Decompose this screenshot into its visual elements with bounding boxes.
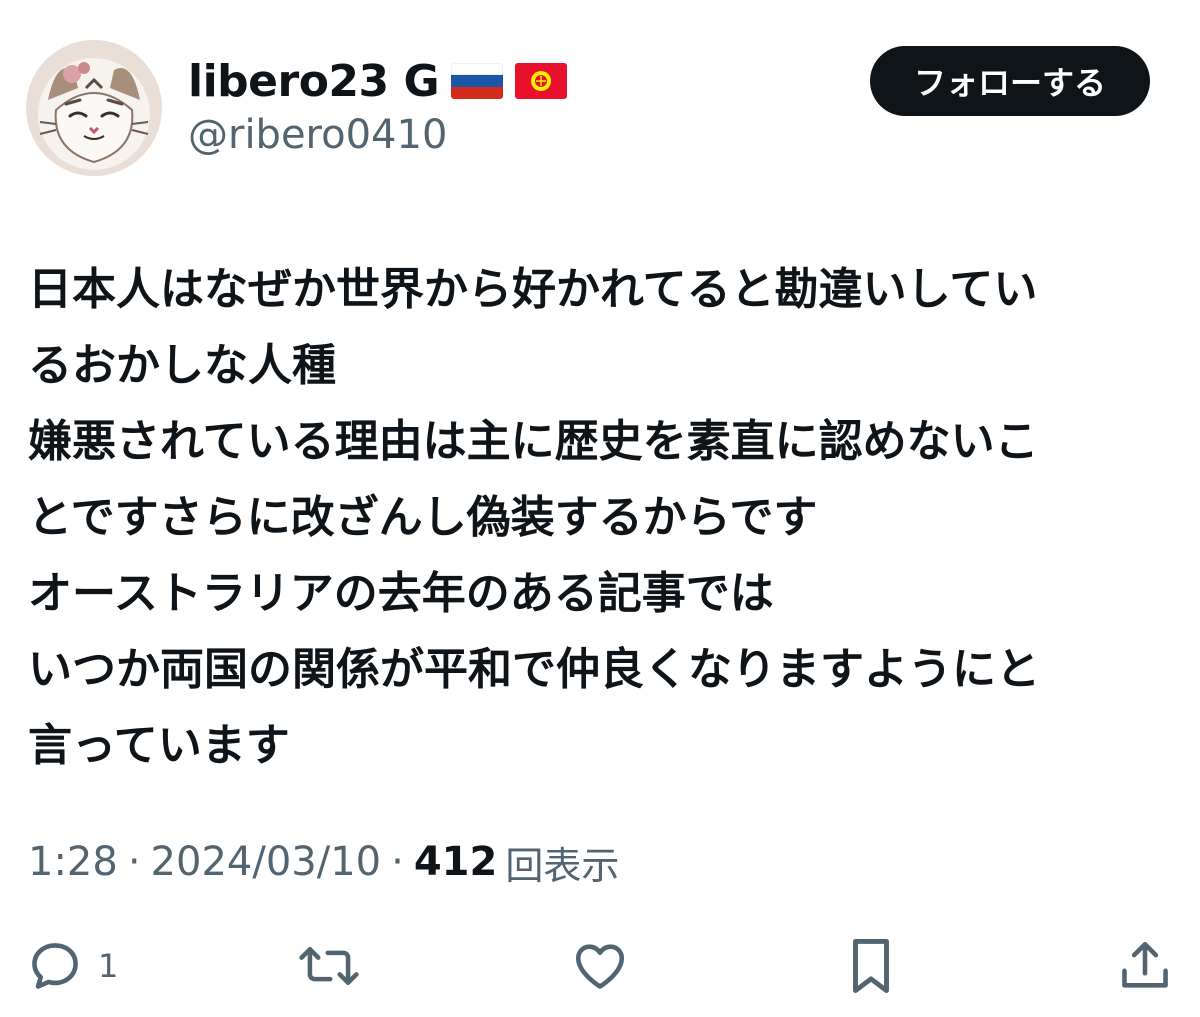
action-bar: 1 — [0, 930, 1200, 1002]
cat-avatar-icon — [26, 40, 162, 176]
retweet-icon — [299, 947, 359, 985]
user-name-row: libero23 G — [188, 52, 568, 110]
meta-separator: · — [127, 839, 141, 885]
like-icon — [575, 944, 625, 989]
tweet-date[interactable]: 2024/03/10 — [151, 839, 382, 885]
tweet-text-line: 日本人はなぜか世界から好かれてると勘違いしてい — [28, 264, 1038, 315]
russia-flag-icon — [451, 63, 504, 99]
tweet-time[interactable]: 1:28 — [28, 839, 118, 885]
tweet-meta: 1:28 · 2024/03/10 · 412 回表示 — [28, 834, 619, 890]
tweet-text-line: るおかしな人種 — [28, 340, 336, 391]
bookmark-button[interactable] — [844, 930, 898, 1002]
reply-icon — [32, 943, 78, 989]
tweet-text-line: いつか両国の関係が平和で仲良くなりますようにと — [28, 644, 1040, 695]
tweet-text-line: とですさらに改ざんし偽装するからです — [28, 492, 818, 543]
tweet-text-line: オーストラリアの去年のある記事では — [28, 568, 774, 619]
tweet-text: 日本人はなぜか世界から好かれてると勘違いしてい るおかしな人種 嫌悪されている理… — [28, 252, 1178, 784]
retweet-button[interactable] — [298, 930, 360, 1002]
share-icon — [1122, 941, 1168, 988]
follow-button[interactable]: フォローする — [870, 46, 1150, 116]
tweet-text-line: 嫌悪されている理由は主に歴史を素直に認めないこ — [28, 416, 1039, 467]
views-label: 回表示 — [505, 843, 620, 888]
kyrgyzstan-flag-icon — [515, 63, 568, 99]
reply-button[interactable]: 1 — [26, 930, 118, 1002]
views-count[interactable]: 412 — [414, 839, 498, 885]
reply-count: 1 — [98, 947, 119, 985]
display-name[interactable]: libero23 G — [188, 56, 440, 107]
avatar[interactable] — [26, 40, 162, 176]
bookmark-icon — [853, 939, 889, 993]
tweet-text-line: 言っています — [28, 720, 290, 771]
like-button[interactable] — [570, 930, 630, 1002]
meta-separator: · — [391, 839, 404, 885]
share-button[interactable] — [1116, 930, 1174, 1002]
user-handle[interactable]: @ribero0410 — [188, 112, 447, 158]
